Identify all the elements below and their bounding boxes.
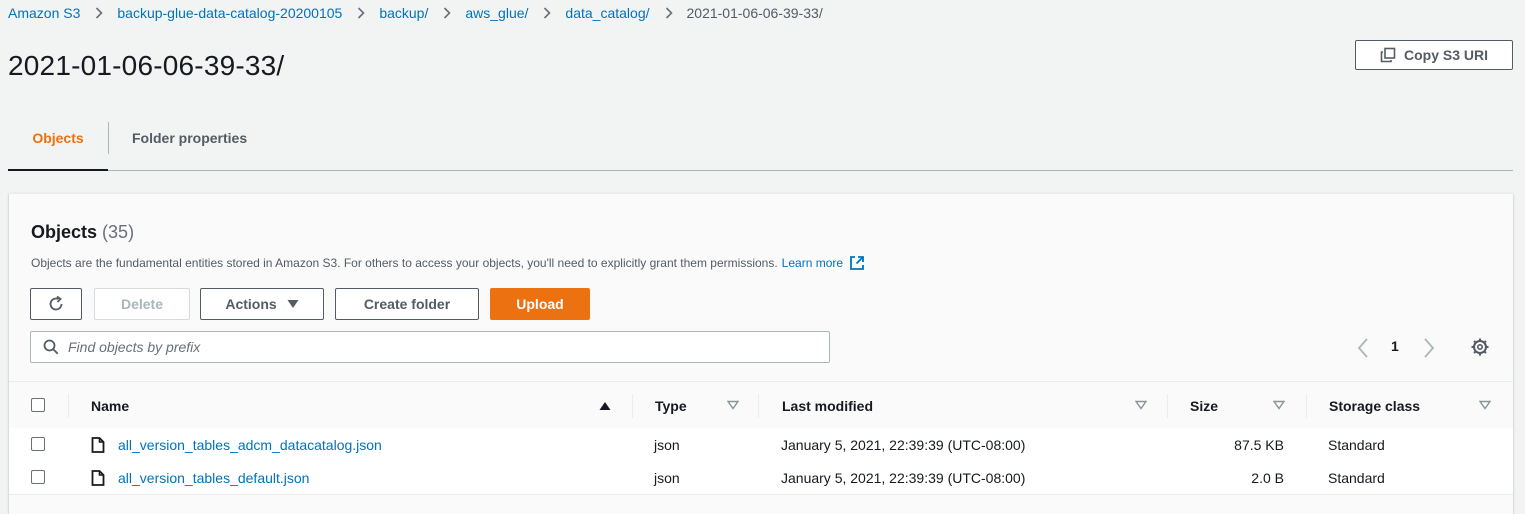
table-header: Name Type Last modified Size Storage cla… <box>9 381 1513 431</box>
external-link-icon[interactable] <box>849 255 865 271</box>
objects-heading-title: Objects <box>31 222 98 242</box>
search-field[interactable] <box>30 331 830 363</box>
chevron-right-icon[interactable] <box>1423 337 1435 359</box>
object-storage-class: Standard <box>1328 469 1385 486</box>
column-separator <box>1167 394 1168 418</box>
upload-button[interactable]: Upload <box>490 288 590 320</box>
column-header-name[interactable]: Name <box>91 382 129 430</box>
copy-s3-uri-label: Copy S3 URI <box>1403 47 1488 63</box>
breadcrumb: Amazon S3 backup-glue-data-catalog-20200… <box>8 4 823 22</box>
caret-down-icon <box>287 300 299 308</box>
column-header-type-label: Type <box>655 398 687 414</box>
file-icon <box>91 436 105 453</box>
tab-objects[interactable]: Objects <box>8 106 108 171</box>
actions-button-label: Actions <box>225 296 277 312</box>
object-name-cell: all_version_tables_adcm_datacatalog.json <box>91 428 382 461</box>
search-input[interactable] <box>68 339 768 355</box>
object-last-modified: January 5, 2021, 22:39:39 (UTC-08:00) <box>781 436 1026 453</box>
actions-button[interactable]: Actions <box>200 288 324 320</box>
object-name-cell: all_version_tables_default.json <box>91 461 309 494</box>
objects-panel: Objects (35) Objects are the fundamental… <box>9 193 1513 514</box>
object-name-link[interactable]: all_version_tables_default.json <box>118 470 309 486</box>
tab-folder-properties-label: Folder properties <box>132 130 248 146</box>
breadcrumb-backup[interactable]: backup/ <box>379 5 428 21</box>
refresh-button[interactable] <box>30 288 82 320</box>
file-icon <box>91 469 105 486</box>
refresh-icon <box>49 295 63 311</box>
object-size: 2.0 B <box>1251 469 1284 486</box>
object-name-link[interactable]: all_version_tables_adcm_datacatalog.json <box>118 437 382 453</box>
object-last-modified: January 5, 2021, 22:39:39 (UTC-08:00) <box>781 469 1026 486</box>
column-header-storage-class-label: Storage class <box>1329 398 1421 414</box>
column-header-type[interactable]: Type <box>655 382 687 430</box>
column-header-size[interactable]: Size <box>1190 382 1218 430</box>
breadcrumb-data-catalog[interactable]: data_catalog/ <box>565 5 649 21</box>
column-header-storage-class[interactable]: Storage class <box>1329 382 1420 430</box>
breadcrumb-bucket[interactable]: backup-glue-data-catalog-20200105 <box>117 5 342 21</box>
column-header-last-modified[interactable]: Last modified <box>782 382 873 430</box>
chevron-right-icon <box>442 7 452 19</box>
row-checkbox[interactable] <box>31 437 45 451</box>
column-header-name-label: Name <box>91 398 130 414</box>
column-header-size-label: Size <box>1190 398 1219 414</box>
create-folder-button[interactable]: Create folder <box>335 288 479 320</box>
delete-button[interactable]: Delete <box>94 288 190 320</box>
copy-s3-uri-button[interactable]: Copy S3 URI <box>1355 40 1513 70</box>
object-storage-class: Standard <box>1328 436 1385 453</box>
page-title: 2021-01-06-06-39-33/ <box>8 50 285 81</box>
create-folder-button-label: Create folder <box>363 296 451 312</box>
tab-divider <box>108 122 109 154</box>
chevron-right-icon <box>542 7 552 19</box>
breadcrumb-amazon-s3[interactable]: Amazon S3 <box>8 5 80 21</box>
sort-descending-icon[interactable] <box>727 400 739 410</box>
column-separator <box>758 394 759 418</box>
sort-ascending-icon[interactable] <box>599 401 611 411</box>
select-all-checkbox[interactable] <box>31 398 45 412</box>
chevron-right-icon <box>664 7 674 19</box>
breadcrumb-aws-glue[interactable]: aws_glue/ <box>465 5 528 21</box>
search-icon <box>43 339 59 355</box>
page-number[interactable]: 1 <box>1391 338 1399 354</box>
sort-descending-icon[interactable] <box>1135 400 1147 410</box>
objects-description-text: Objects are the fundamental entities sto… <box>31 256 778 270</box>
object-type: json <box>654 436 680 453</box>
object-type: json <box>654 469 680 486</box>
chevron-right-icon <box>356 7 366 19</box>
column-separator <box>68 394 69 418</box>
column-separator <box>1306 394 1307 418</box>
column-header-last-modified-label: Last modified <box>782 398 874 414</box>
tab-folder-properties[interactable]: Folder properties <box>132 106 247 170</box>
delete-button-label: Delete <box>120 296 164 312</box>
breadcrumb-current: 2021-01-06-06-39-33/ <box>686 5 823 21</box>
copy-icon <box>1380 47 1396 63</box>
table-row: all_version_tables_adcm_datacatalog.json… <box>9 428 1513 462</box>
chevron-left-icon[interactable] <box>1357 337 1369 359</box>
tab-objects-label: Objects <box>32 130 84 146</box>
objects-count: (35) <box>102 222 135 242</box>
sort-descending-icon[interactable] <box>1479 400 1491 410</box>
chevron-right-icon <box>94 7 104 19</box>
sort-descending-icon[interactable] <box>1273 400 1285 410</box>
learn-more-link[interactable]: Learn more <box>782 256 843 270</box>
object-size: 87.5 KB <box>1234 436 1284 453</box>
row-checkbox[interactable] <box>31 470 45 484</box>
tab-bar: Objects Folder properties <box>8 106 1513 171</box>
column-separator <box>632 394 633 418</box>
objects-heading: Objects (35) <box>31 221 134 243</box>
table-row: all_version_tables_default.json json Jan… <box>9 461 1513 495</box>
upload-button-label: Upload <box>516 296 564 312</box>
objects-description: Objects are the fundamental entities sto… <box>31 255 865 271</box>
gear-icon[interactable] <box>1470 337 1490 357</box>
